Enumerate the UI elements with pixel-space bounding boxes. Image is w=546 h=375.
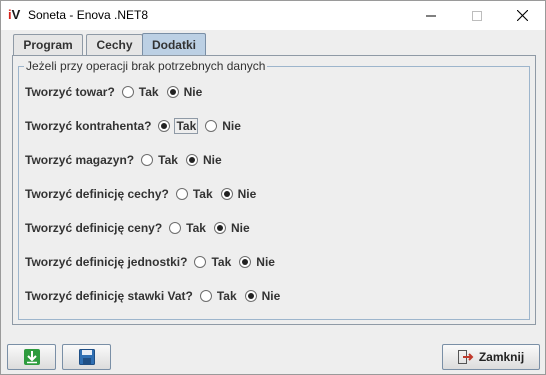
radio-circle-icon[interactable] xyxy=(158,120,171,132)
option-question: Tworzyć definicję cechy? xyxy=(25,187,169,201)
radio-circle-icon[interactable] xyxy=(220,188,233,200)
tab-cechy[interactable]: Cechy xyxy=(86,34,143,55)
option-row: Tworzyć definicję ceny? Tak Nie xyxy=(25,219,258,237)
option-question: Tworzyć definicję ceny? xyxy=(25,221,163,235)
exit-door-icon xyxy=(457,350,474,364)
option-question: Tworzyć towar? xyxy=(25,85,115,99)
radio-circle-icon[interactable] xyxy=(194,256,207,268)
save-button[interactable] xyxy=(62,344,111,370)
radio-label: Tak xyxy=(174,118,199,134)
radio-circle-icon[interactable] xyxy=(169,222,182,234)
radio-tak[interactable]: Tak xyxy=(194,255,231,269)
import-button[interactable] xyxy=(7,344,56,370)
radio-circle-icon[interactable] xyxy=(166,86,179,98)
radio-label: Tak xyxy=(192,187,213,201)
option-question: Tworzyć kontrahenta? xyxy=(25,119,152,133)
window-title: Soneta - Enova .NET8 xyxy=(28,8,149,22)
close-dialog-button[interactable]: Zamknij xyxy=(442,344,540,370)
radio-label: Tak xyxy=(211,255,232,269)
radio-label: Tak xyxy=(216,289,237,303)
radio-tak[interactable]: Tak xyxy=(141,153,178,167)
radio-nie[interactable]: Nie xyxy=(166,85,203,99)
option-row: Tworzyć towar? Tak Nie xyxy=(25,83,210,101)
radio-tak[interactable]: Tak xyxy=(175,187,213,201)
radio-nie[interactable]: Nie xyxy=(239,255,275,269)
radio-nie[interactable]: Nie xyxy=(205,119,241,133)
radio-tak[interactable]: Tak xyxy=(199,289,237,303)
radio-label: Nie xyxy=(256,255,275,269)
option-row: Tworzyć magazyn? Tak Nie xyxy=(25,151,230,169)
close-dialog-label: Zamknij xyxy=(478,350,525,364)
radio-nie[interactable]: Nie xyxy=(185,153,222,167)
maximize-button[interactable] xyxy=(454,1,500,30)
radio-circle-icon[interactable] xyxy=(141,154,154,166)
radio-label: Nie xyxy=(237,187,257,201)
option-row: Tworzyć definicję cechy? Tak Nie xyxy=(25,185,264,203)
option-row: Tworzyć definicję stawki Vat? Tak Nie xyxy=(25,287,288,305)
radio-label: Tak xyxy=(158,153,178,167)
radio-circle-icon[interactable] xyxy=(175,188,188,200)
radio-tak[interactable]: Tak xyxy=(121,85,159,99)
radio-label: Nie xyxy=(183,85,203,99)
option-row: Tworzyć kontrahenta? Tak Nie xyxy=(25,117,249,135)
option-question: Tworzyć definicję stawki Vat? xyxy=(25,289,193,303)
minimize-icon xyxy=(426,15,436,16)
maximize-icon xyxy=(472,10,482,21)
floppy-disk-icon xyxy=(78,349,95,365)
radio-circle-icon[interactable] xyxy=(205,120,218,132)
radio-circle-icon[interactable] xyxy=(121,86,134,98)
download-arrow-icon xyxy=(23,349,40,365)
radio-circle-icon[interactable] xyxy=(213,222,226,234)
app-logo-icon: iV xyxy=(8,7,21,22)
radio-tak[interactable]: Tak xyxy=(169,221,206,235)
option-row: Tworzyć definicję jednostki? Tak Nie xyxy=(25,253,283,271)
radio-nie[interactable]: Nie xyxy=(244,289,281,303)
radio-tak[interactable]: Tak xyxy=(158,118,199,134)
tab-program[interactable]: Program xyxy=(13,34,83,55)
option-question: Tworzyć definicję jednostki? xyxy=(25,255,188,269)
tab-dodatki[interactable]: Dodatki xyxy=(142,33,206,55)
radio-circle-icon[interactable] xyxy=(185,154,198,166)
groupbox-legend: Jeżeli przy operacji brak potrzebnych da… xyxy=(24,59,268,73)
radio-label: Nie xyxy=(261,289,281,303)
radio-label: Nie xyxy=(222,119,241,133)
radio-label: Tak xyxy=(186,221,206,235)
radio-label: Nie xyxy=(230,221,250,235)
radio-circle-icon[interactable] xyxy=(244,290,257,302)
title-bar[interactable]: iV Soneta - Enova .NET8 xyxy=(1,1,545,30)
close-window-button[interactable] xyxy=(499,1,545,30)
radio-label: Tak xyxy=(138,85,159,99)
close-icon xyxy=(516,10,528,21)
radio-nie[interactable]: Nie xyxy=(220,187,257,201)
radio-label: Nie xyxy=(202,153,222,167)
radio-circle-icon[interactable] xyxy=(199,290,212,302)
dialog-window: iV Soneta - Enova .NET8 Program Cechy Do… xyxy=(0,0,546,375)
option-question: Tworzyć magazyn? xyxy=(25,153,135,167)
radio-circle-icon[interactable] xyxy=(239,256,252,268)
radio-nie[interactable]: Nie xyxy=(213,221,250,235)
minimize-button[interactable] xyxy=(408,1,454,30)
